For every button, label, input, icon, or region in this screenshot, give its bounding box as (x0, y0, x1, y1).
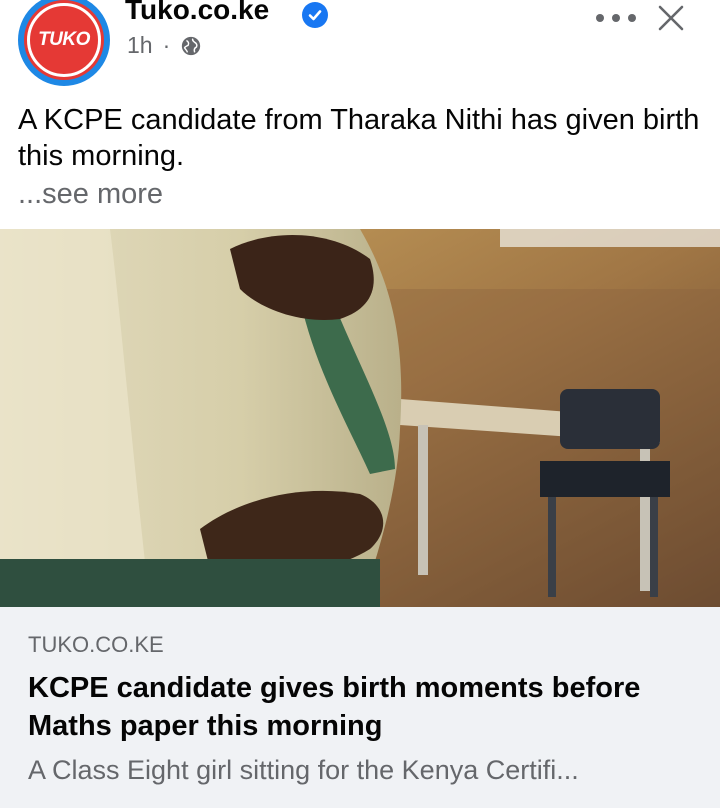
post-timestamp[interactable]: 1h (127, 32, 153, 59)
post-message: A KCPE candidate from Tharaka Nithi has … (18, 104, 700, 172)
page-avatar[interactable]: TUKO (18, 0, 110, 86)
link-domain: TUKO.CO.KE (28, 632, 164, 657)
meta-separator: · (162, 32, 171, 58)
link-title[interactable]: KCPE candidate gives birth moments befor… (28, 669, 698, 745)
avatar-logo: TUKO (27, 3, 101, 77)
post-photo-illustration (0, 229, 720, 607)
see-more-link[interactable]: ...see more (18, 178, 163, 211)
avatar-logo-text: TUKO (38, 29, 90, 50)
close-icon[interactable] (655, 2, 687, 34)
more-dot-icon (612, 14, 620, 22)
post-header: TUKO Tuko.co.ke 1h · (0, 0, 720, 92)
post-meta: 1h · (127, 32, 202, 59)
globe-icon (182, 36, 201, 55)
post-image[interactable] (0, 229, 720, 607)
link-preview-card[interactable]: TUKO.CO.KE KCPE candidate gives birth mo… (0, 607, 720, 808)
more-dot-icon (596, 14, 604, 22)
page-name-link[interactable]: Tuko.co.ke (125, 0, 269, 26)
more-dot-icon (628, 14, 636, 22)
more-options-button[interactable] (596, 6, 636, 30)
link-description: A Class Eight girl sitting for the Kenya… (28, 755, 579, 785)
verified-badge-icon (302, 2, 328, 28)
